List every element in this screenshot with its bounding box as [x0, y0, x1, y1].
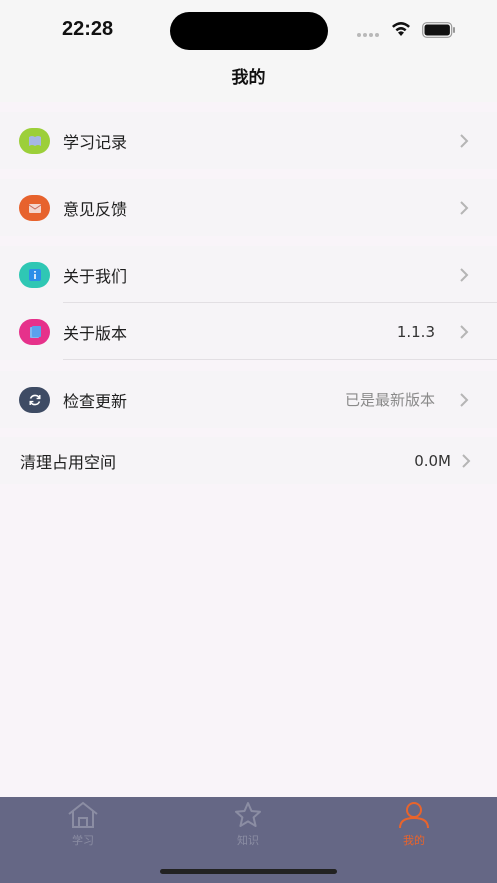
version-row[interactable]: 关于版本 1.1.3	[0, 303, 497, 360]
status-bar: 22:28	[0, 0, 497, 62]
signal-dots-icon	[357, 33, 379, 37]
star-icon	[235, 802, 261, 827]
chevron-right-icon	[460, 267, 469, 282]
clear-cache-row[interactable]: 清理占用空间 0.0M	[0, 437, 497, 484]
chevron-right-icon	[460, 133, 469, 148]
wifi-icon	[392, 22, 410, 36]
update-status: 已是最新版本	[344, 391, 435, 409]
chevron-right-icon	[460, 200, 469, 215]
version-label: 关于版本	[63, 323, 128, 343]
group-update: 检查更新 已是最新版本	[0, 371, 497, 428]
row-separator	[63, 359, 497, 360]
person-icon	[399, 802, 429, 829]
group-feedback: 意见反馈	[0, 179, 497, 236]
battery-icon	[422, 22, 455, 38]
tab-mine-label: 我的	[403, 834, 425, 847]
feedback-label: 意见反馈	[63, 199, 128, 219]
chevron-right-icon	[460, 324, 469, 339]
feedback-row[interactable]: 意见反馈	[0, 179, 497, 236]
group-study-record: 学习记录	[0, 112, 497, 169]
check-update-row[interactable]: 检查更新 已是最新版本	[0, 371, 497, 428]
chevron-right-icon	[460, 392, 469, 407]
group-about: 关于我们 关于版本 1.1.3	[0, 246, 497, 360]
about-us-label: 关于我们	[63, 266, 128, 286]
tab-study-label: 学习	[72, 834, 94, 847]
check-update-label: 检查更新	[63, 391, 128, 411]
study-record-label: 学习记录	[63, 132, 128, 152]
home-icon	[68, 801, 98, 828]
chevron-right-icon	[462, 453, 471, 468]
navigation-bar: 我的	[0, 62, 497, 102]
status-time: 22:28	[62, 18, 114, 40]
mail-icon	[19, 194, 50, 221]
page-title: 我的	[231, 68, 266, 88]
refresh-icon	[19, 386, 50, 413]
about-us-row[interactable]: 关于我们	[0, 246, 497, 303]
cache-size-value: 0.0M	[414, 451, 451, 470]
home-indicator	[160, 869, 337, 874]
dynamic-island	[170, 12, 328, 50]
group-cache: 清理占用空间 0.0M	[0, 437, 497, 484]
version-value: 1.1.3	[396, 322, 435, 341]
info-icon	[19, 261, 50, 288]
clear-cache-label: 清理占用空间	[20, 452, 117, 472]
pages-icon	[19, 318, 50, 345]
study-record-row[interactable]: 学习记录	[0, 112, 497, 169]
book-icon	[19, 127, 50, 154]
tab-knowledge-label: 知识	[237, 834, 259, 847]
